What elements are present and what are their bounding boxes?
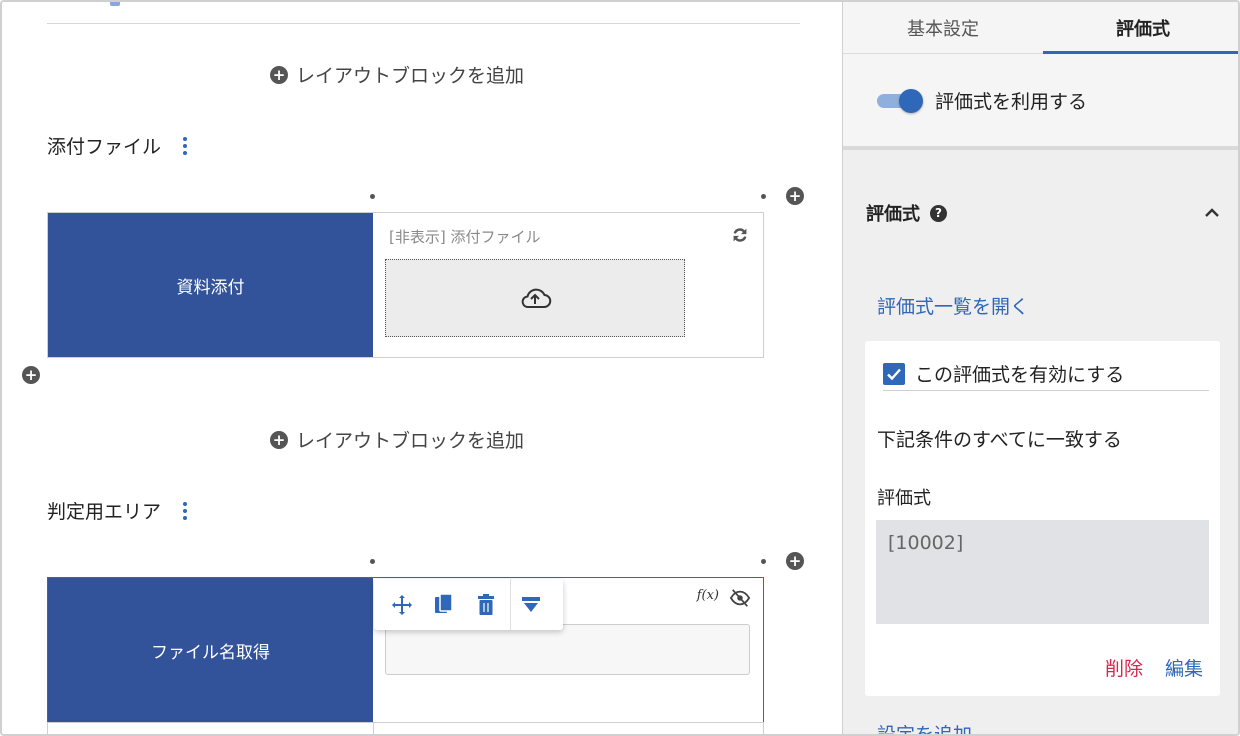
use-expression-row: 評価式を利用する: [843, 54, 1238, 150]
copy-icon[interactable]: [428, 589, 460, 621]
section-title-text: 添付ファイル: [47, 136, 162, 158]
use-expression-toggle[interactable]: [877, 89, 925, 113]
add-layout-block-label: レイアウトブロックを追加: [296, 65, 525, 87]
section-title-judgement-area: 判定用エリア: [47, 497, 193, 524]
chevron-up-icon[interactable]: [1200, 201, 1224, 225]
tab-expression[interactable]: 評価式: [1043, 2, 1238, 54]
condition-text: 下記条件のすべてに一致する: [877, 429, 1122, 451]
add-row-button[interactable]: +: [22, 366, 40, 384]
resize-handle[interactable]: [370, 559, 375, 564]
sync-icon[interactable]: [729, 224, 751, 246]
trash-icon[interactable]: [470, 589, 502, 621]
resize-handle[interactable]: [761, 559, 766, 564]
hidden-field-label: [非表示] 添付ファイル: [389, 228, 541, 246]
enable-expression-checkbox[interactable]: [883, 362, 905, 385]
plus-circle-icon: +: [270, 430, 288, 449]
vertical-dots-icon[interactable]: [177, 500, 193, 522]
filename-input[interactable]: [385, 624, 750, 675]
field-block-partial: [47, 722, 764, 734]
expression-value: [10002]: [876, 520, 1209, 624]
expression-card: この評価式を有効にする 下記条件のすべてに一致する 評価式 [10002] 削除…: [865, 341, 1220, 696]
section-title: 評価式: [866, 204, 920, 225]
add-column-button[interactable]: +: [786, 552, 804, 570]
toolbar-separator: [510, 579, 511, 630]
divider: [47, 23, 800, 24]
move-icon[interactable]: [386, 589, 418, 621]
tab-basic-settings[interactable]: 基本設定: [843, 2, 1043, 53]
expression-section-header[interactable]: 評価式 ?: [866, 198, 1224, 228]
check-icon: [887, 368, 901, 380]
file-upload-dropzone[interactable]: [385, 259, 685, 337]
add-layout-block-label: レイアウトブロックを追加: [296, 430, 525, 452]
card-actions: 削除 編集: [1105, 654, 1203, 681]
panel-tabs: 基本設定 評価式: [843, 2, 1238, 54]
add-layout-block-button[interactable]: + レイアウトブロックを追加: [270, 61, 524, 88]
field-body: [非表示] 添付ファイル: [373, 213, 763, 357]
expression-label: 評価式: [877, 488, 931, 509]
enable-expression-label: この評価式を有効にする: [915, 364, 1125, 386]
cloud-upload-icon: [521, 288, 552, 308]
field-label: ファイル名取得: [48, 578, 373, 722]
field-label: 資料添付: [48, 213, 373, 357]
add-layout-block-button[interactable]: + レイアウトブロックを追加: [270, 426, 524, 453]
section-title-text: 判定用エリア: [47, 501, 162, 523]
add-column-button[interactable]: +: [786, 187, 804, 205]
help-icon[interactable]: ?: [930, 204, 947, 222]
form-canvas: + レイアウトブロックを追加 添付ファイル + 資料添付 [非表示] 添付ファイ…: [2, 2, 842, 734]
plus-circle-icon: +: [270, 65, 288, 84]
add-setting-link[interactable]: 設定を追加: [877, 720, 972, 734]
scrolled-element-edge: [110, 2, 120, 6]
insert-below-icon[interactable]: [515, 589, 547, 621]
eye-off-icon[interactable]: [729, 588, 751, 608]
section-title-attachment: 添付ファイル: [47, 132, 193, 159]
app-window: + レイアウトブロックを追加 添付ファイル + 資料添付 [非表示] 添付ファイ…: [0, 0, 1240, 736]
function-icon[interactable]: f(x): [697, 588, 719, 603]
block-toolbar: [374, 579, 563, 630]
open-expression-list-link[interactable]: 評価式一覧を開く: [877, 292, 1029, 319]
edit-button[interactable]: 編集: [1165, 654, 1203, 681]
enable-expression-row: この評価式を有効にする: [883, 357, 1209, 391]
vertical-dots-icon[interactable]: [177, 135, 193, 157]
resize-handle[interactable]: [370, 194, 375, 199]
resize-handle[interactable]: [761, 194, 766, 199]
delete-button[interactable]: 削除: [1105, 654, 1143, 681]
field-block-attachment[interactable]: 資料添付 [非表示] 添付ファイル: [47, 212, 764, 358]
properties-panel: 基本設定 評価式 評価式を利用する 評価式 ? 評価式一覧を開く この評価式を有…: [842, 2, 1238, 734]
use-expression-label: 評価式を利用する: [935, 90, 1088, 113]
